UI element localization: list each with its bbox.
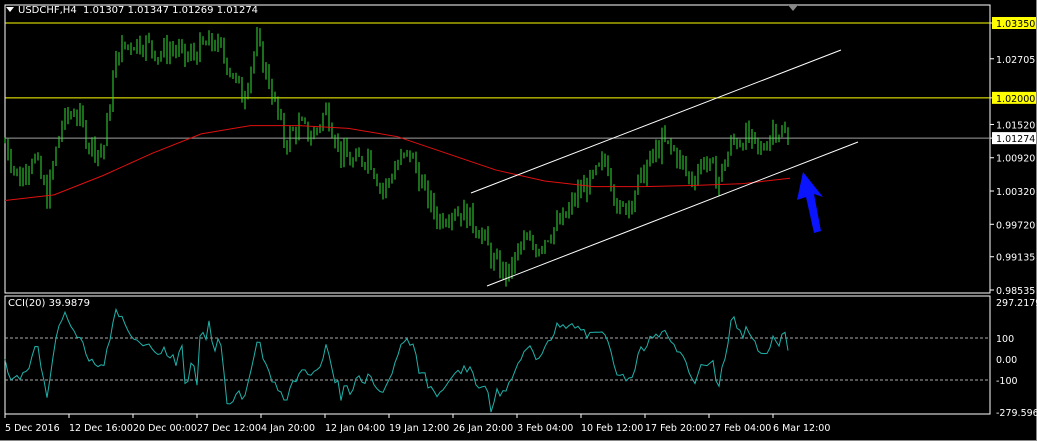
price-axis-label: 0.99135 — [996, 253, 1035, 264]
cci-value: 39.9879 — [48, 298, 90, 309]
price-axis-label: 1.03350 — [996, 19, 1035, 30]
price-axis-label: 1.01274 — [996, 134, 1035, 145]
channel-lower-line[interactable] — [486, 141, 859, 287]
price-axis-label: 1.01520 — [996, 120, 1035, 131]
cci-axis-label: 0.00 — [996, 355, 1017, 366]
price-axis-label: 1.02705 — [996, 55, 1035, 66]
time-axis-label: 17 Feb 20:00 — [645, 423, 707, 434]
chart-window[interactable]: 1.03350 1.02705 1.02000 1.01520 1.01274 1.009… — [0, 0, 1037, 441]
price-axis-label: 1.00320 — [996, 187, 1035, 198]
cci-axis-label: -279.5963 — [996, 408, 1037, 419]
time-axis-label: 12 Jan 04:00 — [325, 423, 385, 434]
time-axis-label: 5 Dec 2016 — [5, 423, 60, 434]
cci-line — [4, 307, 789, 413]
time-axis-label: 4 Jan 20:00 — [261, 423, 315, 434]
blue-arrow-icon[interactable] — [797, 172, 823, 233]
price-axis-label: 1.00920 — [996, 154, 1035, 165]
time-axis-label: 26 Jan 20:00 — [453, 423, 513, 434]
close-value: 1.01274 — [216, 5, 259, 16]
time-axis-label: 6 Mar 12:00 — [773, 423, 830, 434]
time-axis-label: 27 Feb 04:00 — [709, 423, 771, 434]
cci-title: CCI(20) 39.9879 — [8, 298, 90, 309]
cci-axis-label: 297.2179 — [996, 298, 1037, 309]
time-axis-label: 3 Feb 04:00 — [517, 423, 573, 434]
cci-panel-border — [4, 295, 991, 415]
cci-label: CCI(20) — [8, 298, 46, 309]
time-axis-label: 20 Dec 00:00 — [133, 423, 197, 434]
time-axis-label: 19 Jan 12:00 — [389, 423, 449, 434]
channel-upper-line[interactable] — [470, 49, 842, 194]
high-value: 1.01347 — [127, 5, 169, 16]
cci-axis-label: -100 — [996, 376, 1018, 387]
price-chart[interactable]: 1.03350 1.02705 1.02000 1.01520 1.01274 1.009… — [0, 0, 1037, 441]
symbol-label: USDCHF,H4 — [18, 5, 77, 16]
cci-axis-label: 100 — [996, 334, 1014, 345]
price-axis-label: 0.99720 — [996, 220, 1035, 231]
open-value: 1.01307 — [83, 5, 125, 16]
chart-title: USDCHF,H4 1.01307 1.01347 1.01269 1.0127… — [6, 5, 258, 16]
dropdown-triangle-icon[interactable] — [6, 7, 14, 12]
price-axis-label: 1.02000 — [996, 94, 1035, 105]
time-axis-label: 12 Dec 16:00 — [69, 423, 133, 434]
time-axis-label: 27 Dec 12:00 — [197, 423, 261, 434]
chart-shift-marker-icon[interactable] — [788, 5, 798, 11]
time-axis-label: 10 Feb 12:00 — [581, 423, 643, 434]
low-value: 1.01269 — [172, 5, 214, 16]
price-axis-label: 0.98535 — [996, 286, 1035, 297]
